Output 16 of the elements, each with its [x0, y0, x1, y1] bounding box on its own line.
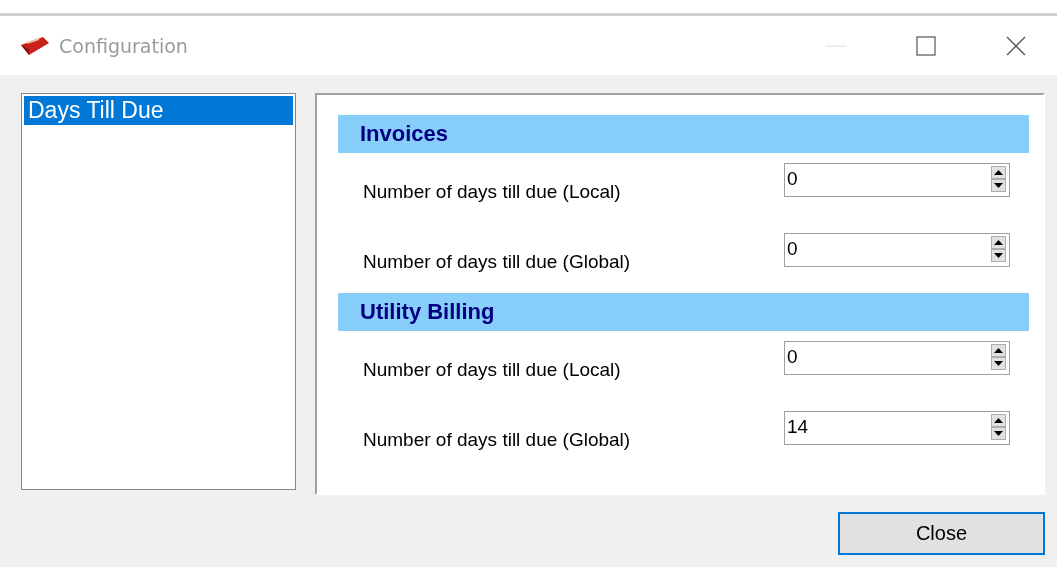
number-spinner[interactable]: 0	[784, 163, 1010, 197]
close-icon[interactable]	[1006, 35, 1026, 56]
field-label: Number of days till due (Global)	[363, 251, 631, 273]
section-header: Utility Billing	[338, 293, 1029, 331]
toolbox-icon	[19, 34, 51, 57]
section-header: Invoices	[338, 115, 1029, 153]
list-item[interactable]: Days Till Due	[24, 96, 293, 125]
field-label: Number of days till due (Local)	[363, 181, 621, 203]
window-title: Configuration	[59, 34, 188, 57]
number-spinner[interactable]: 14	[784, 411, 1010, 445]
field-label: Number of days till due (Global)	[363, 429, 631, 451]
field-label: Number of days till due (Local)	[363, 359, 621, 381]
close-button[interactable]: Close	[838, 512, 1045, 555]
maximize-icon[interactable]	[916, 35, 936, 56]
number-spinner[interactable]: 0	[784, 233, 1010, 267]
number-spinner[interactable]: 0	[784, 341, 1010, 375]
